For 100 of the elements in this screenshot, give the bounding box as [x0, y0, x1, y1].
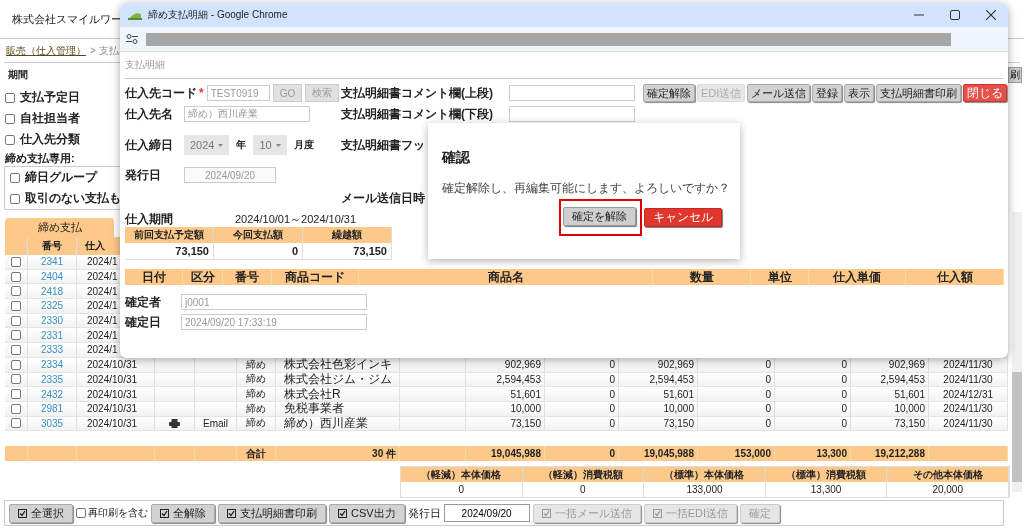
action-button[interactable]: 登録 — [812, 84, 843, 102]
column-header: 繰越額 — [303, 227, 392, 243]
total-label: 合計 — [246, 446, 266, 461]
table-cell: 0 — [765, 373, 771, 385]
number-link[interactable]: 2331 — [40, 329, 64, 341]
action-button[interactable]: 支払明細書印刷 — [876, 84, 962, 102]
checkbox[interactable] — [10, 193, 20, 204]
number-link[interactable]: 2418 — [40, 285, 64, 297]
checkbox[interactable] — [5, 113, 15, 124]
total-count: 30 件 — [372, 446, 396, 461]
month-select[interactable]: 10 — [253, 135, 287, 155]
checkbox[interactable] — [11, 315, 21, 326]
table-cell: 10,000 — [510, 403, 541, 415]
supplier-code-field[interactable]: TEST0919 — [206, 85, 270, 101]
number-link[interactable]: 2335 — [40, 373, 64, 385]
close-icon[interactable] — [986, 10, 996, 20]
toolbar-button[interactable]: 支払明細書印刷 — [218, 503, 326, 523]
number-link[interactable]: 2330 — [40, 315, 64, 327]
table-cell: 0 — [841, 388, 847, 400]
column-header: 今回支払額 — [214, 227, 303, 243]
number-link[interactable]: 2404 — [40, 271, 64, 283]
table-cell: 2024/1 — [87, 300, 118, 312]
table-cell: 73,150 — [510, 417, 541, 429]
table-cell: 73,150 — [125, 243, 214, 260]
table-cell: 51,601 — [510, 388, 541, 400]
comment-field[interactable] — [509, 85, 635, 101]
table-cell: 0 — [401, 482, 523, 498]
table-cell: 0 — [765, 359, 771, 371]
checkbox-label: 再印刷を含む — [88, 506, 148, 521]
checkbox-icon — [227, 508, 236, 518]
table-cell: 2024/10/31 — [87, 359, 138, 371]
checkbox[interactable] — [76, 508, 86, 519]
checkbox[interactable] — [5, 92, 15, 103]
table-cell: 2024/1 — [87, 344, 118, 356]
maximize-icon[interactable] — [950, 10, 960, 20]
checkbox[interactable] — [11, 300, 21, 311]
table-cell: 0 — [609, 403, 615, 415]
column-header: （標準）消費税額 — [765, 467, 888, 483]
checkbox-icon — [338, 508, 347, 518]
number-link[interactable]: 2334 — [40, 359, 64, 371]
column-header: （標準）本体価格 — [644, 467, 766, 483]
checkbox[interactable] — [11, 344, 21, 355]
checkbox[interactable] — [5, 134, 15, 145]
table-cell-text: 株式会社ジム・ジム — [283, 372, 392, 387]
total-cell: 153,000 — [734, 448, 771, 460]
print-button[interactable]: 刷 — [1008, 67, 1022, 83]
breadcrumb-link[interactable]: 販売（仕入管理） — [6, 43, 86, 58]
column-header: その他本体価格 — [887, 467, 1009, 483]
field-label: 確定日 — [125, 313, 162, 331]
dialog-title: 確認 — [442, 149, 471, 167]
year-select[interactable]: 2024 — [184, 135, 230, 155]
confirmed-at-field[interactable]: 2024/09/20 17:33:19 — [181, 314, 367, 330]
total-cell: 13,300 — [816, 448, 847, 460]
table-cell: 締め — [246, 372, 266, 387]
action-button[interactable]: 閉じる — [963, 84, 1008, 102]
column-header: 区分 — [183, 269, 223, 285]
tab[interactable]: 締め支払 — [5, 218, 114, 237]
search-button[interactable]: GO — [272, 84, 303, 102]
toolbar-button[interactable]: 全選択 — [9, 503, 73, 523]
table-cell: 51,601 — [663, 388, 694, 400]
total-cell: 19,212,288 — [874, 448, 925, 460]
site-settings-icon[interactable] — [126, 34, 138, 44]
search-button[interactable]: 検索 — [305, 84, 340, 102]
dialog-button[interactable]: 確定を解除 — [563, 207, 636, 226]
dialog-button[interactable]: キャンセル — [644, 208, 722, 227]
action-button[interactable]: 表示 — [844, 84, 875, 102]
toolbar-button[interactable]: 全解除 — [151, 503, 215, 523]
checkbox[interactable] — [11, 389, 21, 400]
checkbox-icon — [160, 508, 169, 518]
table-cell: 2024/10/31 — [87, 373, 138, 385]
checkbox[interactable] — [11, 374, 21, 385]
scrollbar[interactable] — [1012, 212, 1022, 492]
date-field[interactable]: 2024/09/20 — [443, 504, 530, 523]
table-cell: 締め — [246, 416, 266, 431]
supplier-name-field[interactable]: 締め）西川産業 — [184, 106, 310, 122]
number-link[interactable]: 2333 — [40, 344, 64, 356]
confirmer-field[interactable]: j0001 — [181, 294, 367, 310]
issue-date-field[interactable]: 2024/09/20 — [184, 167, 276, 183]
table-cell: 0 — [609, 417, 615, 429]
checkbox[interactable] — [11, 330, 21, 341]
number-link[interactable]: 2432 — [40, 388, 64, 400]
checkbox[interactable] — [11, 256, 21, 267]
action-button[interactable]: 確定解除 — [643, 84, 695, 102]
action-button[interactable]: メール送信 — [747, 84, 811, 102]
checkbox[interactable] — [11, 286, 21, 297]
checkbox[interactable] — [10, 172, 20, 183]
checkbox[interactable] — [11, 271, 21, 282]
number-link[interactable]: 2341 — [40, 256, 64, 268]
checkbox[interactable] — [11, 418, 21, 429]
table-row[interactable]: 2432 2024/10/31 締め 株式会社R 51,601 0 51,601 0 0 51,601 2024/12/31 — [5, 387, 1008, 402]
checkbox[interactable] — [11, 359, 21, 370]
checkbox-icon — [652, 508, 662, 518]
checkbox[interactable] — [11, 403, 21, 414]
number-link[interactable]: 2325 — [40, 300, 64, 312]
toolbar-button[interactable]: CSV出力 — [329, 503, 405, 523]
comment-field[interactable] — [509, 106, 635, 122]
number-link[interactable]: 3035 — [40, 417, 64, 429]
number-link[interactable]: 2981 — [40, 403, 64, 415]
field-label: 仕入締日 — [125, 136, 174, 154]
table-cell: 0 — [214, 243, 303, 260]
